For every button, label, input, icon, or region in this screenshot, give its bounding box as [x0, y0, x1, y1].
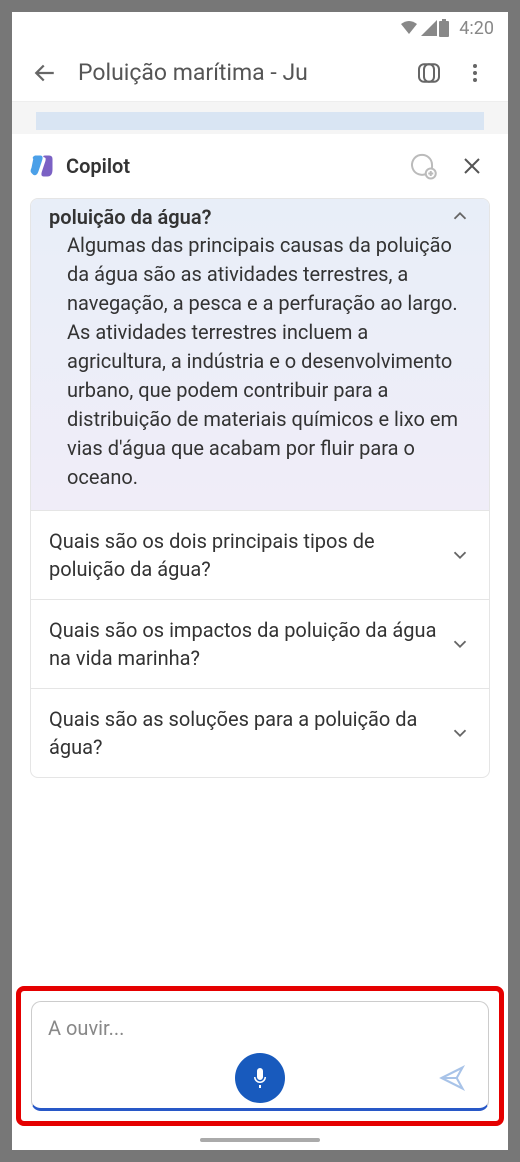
message-input-box[interactable]: A ouvir...: [31, 1001, 489, 1111]
status-icons: [399, 19, 449, 37]
faq-answer-text: Algumas das principais causas da poluiçã…: [49, 231, 471, 492]
send-button[interactable]: [432, 1058, 472, 1098]
chevron-down-icon: [449, 633, 471, 655]
battery-icon: [439, 19, 449, 37]
faq-question-text: poluição da água?: [49, 205, 211, 229]
chevron-down-icon: [449, 544, 471, 566]
chevron-down-icon: [449, 722, 471, 744]
faq-item-collapsed[interactable]: Quais são os impactos da poluição da águ…: [31, 600, 489, 689]
status-time: 4:20: [459, 18, 494, 39]
send-icon: [438, 1064, 466, 1092]
faq-question-text: Quais são as soluções para a poluição da…: [49, 705, 449, 761]
back-button[interactable]: [22, 50, 68, 96]
content-banner: [36, 112, 484, 130]
more-vertical-icon: [463, 61, 487, 85]
copilot-icon: [414, 58, 444, 88]
chevron-up-icon: [449, 205, 471, 227]
close-button[interactable]: [452, 146, 492, 186]
faq-question-text: Quais são os dois principais tipos de po…: [49, 527, 449, 583]
signal-icon: [421, 20, 437, 36]
faq-item-expanded[interactable]: poluição da água? Algumas das principais…: [31, 199, 489, 511]
close-icon: [460, 154, 484, 178]
microphone-button[interactable]: [235, 1053, 285, 1103]
copilot-logo-icon: [28, 152, 56, 180]
chat-plus-icon: [407, 151, 437, 181]
faq-item-collapsed[interactable]: Quais são as soluções para a poluição da…: [31, 689, 489, 777]
arrow-left-icon: [30, 58, 60, 88]
input-placeholder: A ouvir...: [48, 1016, 472, 1040]
copilot-panel-header: Copilot: [12, 134, 508, 198]
new-chat-button[interactable]: [402, 146, 442, 186]
wifi-icon: [399, 20, 419, 36]
more-button[interactable]: [452, 50, 498, 96]
faq-question-text: Quais são os impactos da poluição da águ…: [49, 616, 449, 672]
home-indicator[interactable]: [12, 1130, 508, 1150]
faq-card: poluição da água? Algumas das principais…: [30, 198, 490, 778]
input-area-highlight: A ouvir...: [16, 986, 504, 1126]
faq-item-collapsed[interactable]: Quais são os dois principais tipos de po…: [31, 511, 489, 600]
page-title: Poluição marítima - Ju: [68, 59, 406, 86]
microphone-icon: [248, 1066, 272, 1090]
copilot-panel-title: Copilot: [66, 154, 392, 178]
app-header: Poluição marítima - Ju: [12, 44, 508, 102]
copilot-header-button[interactable]: [406, 50, 452, 96]
status-bar: 4:20: [12, 12, 508, 44]
